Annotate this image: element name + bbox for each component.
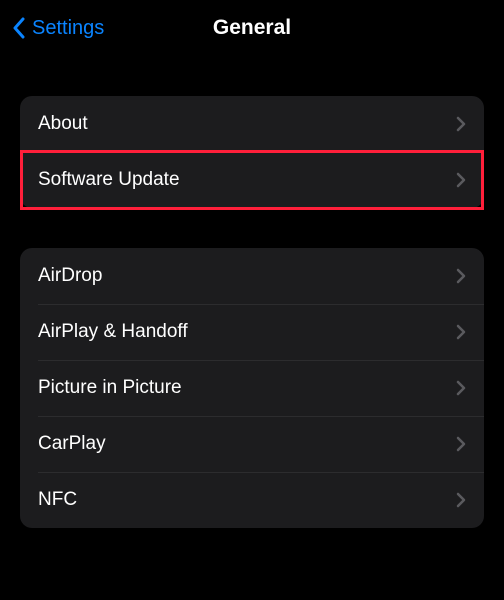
content: About Software Update AirDrop AirPlay & …: [0, 96, 504, 528]
row-label: AirDrop: [38, 265, 102, 287]
row-nfc[interactable]: NFC: [20, 472, 484, 528]
row-picture-in-picture[interactable]: Picture in Picture: [20, 360, 484, 416]
chevron-right-icon: [456, 268, 466, 284]
row-label: AirPlay & Handoff: [38, 321, 188, 343]
row-software-update[interactable]: Software Update: [20, 152, 484, 208]
row-label: About: [38, 113, 88, 135]
row-label: CarPlay: [38, 433, 106, 455]
row-airplay-handoff[interactable]: AirPlay & Handoff: [20, 304, 484, 360]
row-carplay[interactable]: CarPlay: [20, 416, 484, 472]
back-label: Settings: [32, 17, 104, 40]
row-airdrop[interactable]: AirDrop: [20, 248, 484, 304]
row-about[interactable]: About: [20, 96, 484, 152]
row-label: NFC: [38, 489, 77, 511]
chevron-left-icon: [12, 17, 26, 39]
chevron-right-icon: [456, 116, 466, 132]
settings-group-1: About Software Update: [20, 96, 484, 208]
row-label: Software Update: [38, 169, 180, 191]
chevron-right-icon: [456, 324, 466, 340]
settings-group-2: AirDrop AirPlay & Handoff Picture in Pic…: [20, 248, 484, 528]
nav-header: Settings General: [0, 0, 504, 56]
back-button[interactable]: Settings: [12, 17, 104, 40]
chevron-right-icon: [456, 492, 466, 508]
chevron-right-icon: [456, 172, 466, 188]
chevron-right-icon: [456, 436, 466, 452]
chevron-right-icon: [456, 380, 466, 396]
row-label: Picture in Picture: [38, 377, 182, 399]
